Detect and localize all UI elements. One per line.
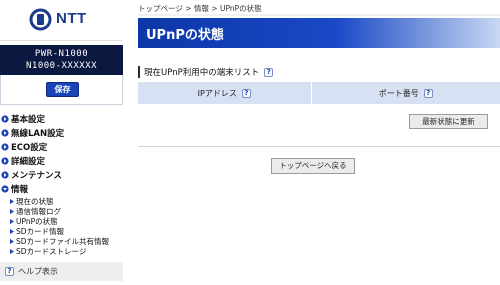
nav-item-eco[interactable]: ECO設定	[0, 140, 123, 154]
ntt-logo-icon	[29, 8, 52, 31]
device-panel: PWR-N1000 N1000-XXXXXX 保存	[0, 45, 123, 105]
device-serial: N1000-XXXXXX	[25, 61, 98, 71]
sub-item-current-status[interactable]: 現在の状態	[0, 196, 123, 206]
save-button[interactable]: 保存	[46, 82, 79, 97]
back-to-top-button[interactable]: トップページへ戻る	[271, 158, 355, 174]
device-model: PWR-N1000	[34, 49, 89, 59]
arrow-circle-icon	[1, 157, 9, 165]
sub-item-upnp-status[interactable]: UPnPの状態	[0, 216, 123, 226]
breadcrumb: トップページ > 情報 > UPnPの状態	[138, 4, 262, 13]
main-content: トップページ > 情報 > UPnPの状態 UPnPの状態 現在UPnP利用中の…	[138, 0, 500, 285]
sidebar-nav: 基本設定 無線LAN設定 ECO設定 詳細設定 メンテナンス 情報 現在の状態	[0, 112, 123, 256]
title-bar: UPnPの状態	[138, 18, 500, 48]
nav-item-label: 無線LAN設定	[11, 129, 65, 139]
table-header-row: IPアドレス ? ポート番号 ?	[138, 82, 500, 104]
save-area: 保存	[0, 75, 123, 105]
help-icon[interactable]: ?	[423, 88, 433, 98]
triangle-right-icon	[10, 218, 14, 224]
info-submenu: 現在の状態 通信情報ログ UPnPの状態 SDカード情報 SDカードファイル共有…	[0, 196, 123, 256]
sidebar: NTT PWR-N1000 N1000-XXXXXX 保存 基本設定 無線LAN…	[0, 0, 123, 285]
triangle-right-icon	[10, 198, 14, 204]
sub-item-label: SDカードストレージ	[16, 246, 87, 256]
nav-item-label: ECO設定	[11, 143, 48, 153]
arrow-circle-icon	[1, 115, 9, 123]
help-icon: ?	[5, 267, 14, 276]
column-header-label: ポート番号	[378, 88, 419, 98]
triangle-right-icon	[10, 208, 14, 214]
column-header-ip: IPアドレス ?	[138, 82, 312, 104]
nav-item-label: 情報	[11, 185, 29, 195]
column-header-port: ポート番号 ?	[311, 82, 500, 104]
nav-item-advanced[interactable]: 詳細設定	[0, 154, 123, 168]
arrow-circle-down-icon	[1, 185, 9, 193]
logo-box: NTT	[0, 0, 123, 41]
nav-item-wireless-lan[interactable]: 無線LAN設定	[0, 126, 123, 140]
column-header-label: IPアドレス	[197, 88, 237, 98]
nav-item-label: 詳細設定	[11, 157, 46, 167]
section-header: 現在UPnP利用中の端末リスト ?	[138, 65, 500, 79]
nav-item-label: 基本設定	[11, 115, 46, 125]
triangle-right-icon	[10, 228, 14, 234]
help-icon[interactable]: ?	[241, 88, 251, 98]
triangle-right-icon	[10, 248, 14, 254]
help-display-label: ヘルプ表示	[18, 267, 58, 276]
upnp-device-table: IPアドレス ? ポート番号 ?	[138, 82, 500, 104]
section-marker	[138, 66, 140, 78]
page-title: UPnPの状態	[146, 28, 224, 43]
help-icon[interactable]: ?	[264, 67, 274, 77]
logo-text: NTT	[56, 10, 87, 27]
section-title: 現在UPnP利用中の端末リスト	[144, 68, 260, 78]
arrow-circle-icon	[1, 129, 9, 137]
sub-item-comm-log[interactable]: 通信情報ログ	[0, 206, 123, 216]
nav-item-basic-settings[interactable]: 基本設定	[0, 112, 123, 126]
arrow-circle-icon	[1, 171, 9, 179]
triangle-right-icon	[10, 238, 14, 244]
refresh-button[interactable]: 最新状態に更新	[409, 114, 488, 129]
sub-item-sd-file-share[interactable]: SDカードファイル共有情報	[0, 236, 123, 246]
device-info: PWR-N1000 N1000-XXXXXX	[0, 45, 123, 75]
nav-item-label: メンテナンス	[11, 171, 62, 181]
sub-item-sd-info[interactable]: SDカード情報	[0, 226, 123, 236]
sub-item-sd-storage[interactable]: SDカードストレージ	[0, 246, 123, 256]
arrow-circle-icon	[1, 143, 9, 151]
nav-item-maintenance[interactable]: メンテナンス	[0, 168, 123, 182]
breadcrumb-divider	[138, 14, 500, 16]
divider	[138, 146, 500, 147]
help-display-link[interactable]: ? ヘルプ表示	[0, 262, 123, 281]
nav-item-info[interactable]: 情報	[0, 182, 123, 196]
